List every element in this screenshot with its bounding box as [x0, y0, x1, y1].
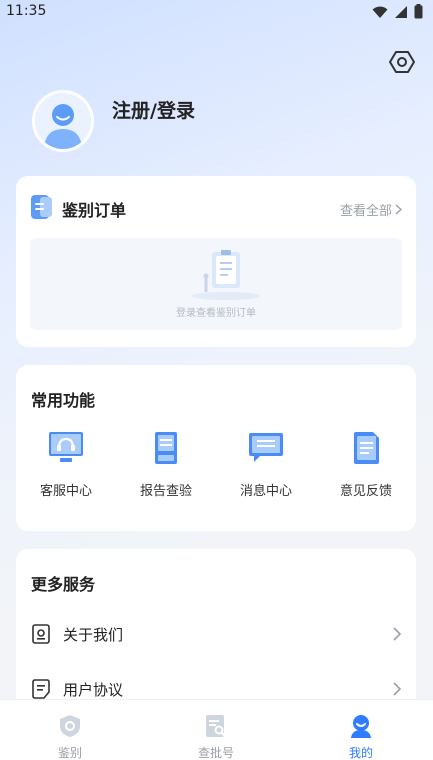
status-icons — [372, 4, 423, 19]
about-us-label: 关于我们 — [63, 626, 124, 644]
feedback-icon — [354, 432, 379, 464]
message-icon — [249, 433, 283, 462]
user-agreement-label: 用户协议 — [63, 681, 124, 699]
chevron-right-icon — [395, 204, 402, 215]
order-list-icon — [31, 195, 52, 219]
view-all-link[interactable]: 查看全部 — [340, 200, 402, 219]
batch-search-icon — [206, 715, 226, 737]
battery-icon — [414, 4, 423, 19]
headset-icon — [49, 432, 83, 462]
customer-service-button[interactable]: 客服中心 — [26, 431, 106, 499]
default-avatar-icon — [35, 93, 91, 149]
report-icon — [155, 432, 177, 464]
shield-icon — [60, 715, 80, 737]
tab-identify[interactable]: 鉴别 — [30, 714, 110, 760]
avatar[interactable] — [32, 90, 94, 152]
more-services-title: 更多服务 — [31, 575, 96, 594]
empty-orders-text: 登录查看鉴别订单 — [176, 308, 256, 319]
status-time: 11:35 — [6, 3, 47, 19]
common-functions-card: 常用功能 客服中心 报告查验 消息中心 意见反馈 — [16, 365, 416, 531]
message-center-button[interactable]: 消息中心 — [226, 431, 306, 499]
settings-icon[interactable] — [388, 48, 416, 76]
agreement-icon — [32, 679, 50, 699]
feedback-button[interactable]: 意见反馈 — [326, 431, 406, 499]
tab-label: 我的 — [348, 746, 373, 760]
func-label: 消息中心 — [239, 484, 292, 499]
common-functions-title: 常用功能 — [31, 391, 96, 410]
tab-label: 查批号 — [197, 746, 234, 760]
about-us-row[interactable]: 关于我们 — [16, 614, 416, 654]
empty-orders-placeholder: 登录查看鉴别订单 — [30, 238, 402, 330]
bottom-tab-bar: 鉴别 查批号 我的 — [0, 699, 433, 760]
tab-mine[interactable]: 我的 — [321, 714, 401, 760]
login-register-link[interactable]: 注册/登录 — [112, 96, 195, 123]
tab-batch-search[interactable]: 查批号 — [176, 714, 256, 760]
chevron-right-icon — [393, 627, 402, 641]
about-icon — [32, 624, 50, 644]
tab-label: 鉴别 — [57, 746, 82, 760]
view-all-label: 查看全部 — [339, 204, 392, 219]
signal-icon — [395, 5, 407, 18]
orders-card: 鉴别订单 查看全部 登录查看鉴别订单 — [16, 176, 416, 347]
func-label: 客服中心 — [39, 484, 92, 499]
chevron-right-icon — [393, 682, 402, 696]
func-label: 报告查验 — [139, 484, 192, 499]
orders-title: 鉴别订单 — [62, 201, 127, 220]
status-bar: 11:35 — [0, 0, 433, 24]
report-verify-button[interactable]: 报告查验 — [126, 431, 206, 499]
profile-icon — [351, 715, 371, 738]
wifi-icon — [372, 6, 388, 18]
func-label: 意见反馈 — [339, 484, 392, 499]
empty-clipboard-illustration — [192, 250, 260, 300]
